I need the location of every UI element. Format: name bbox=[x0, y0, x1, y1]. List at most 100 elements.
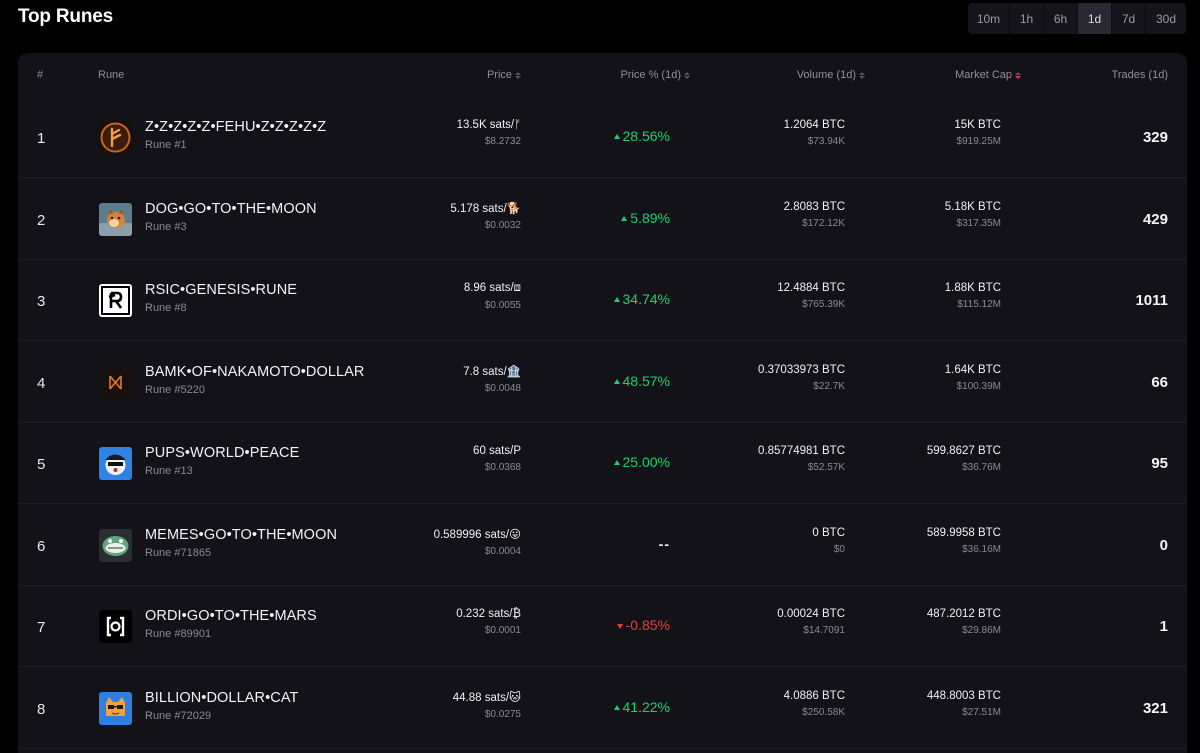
price-usd: $0.0032 bbox=[484, 219, 521, 231]
price-sats: 0.589996 sats/😛 bbox=[433, 528, 521, 541]
column-price[interactable]: Price bbox=[487, 69, 521, 81]
period-1d[interactable]: 1d bbox=[1078, 3, 1112, 34]
column-market-cap-label: Market Cap bbox=[955, 69, 1012, 81]
rune-info[interactable]: BAMK•OF•NAKAMOTO•DOLLAR Rune #5220 bbox=[145, 364, 365, 396]
period-1h[interactable]: 1h bbox=[1010, 3, 1044, 34]
price-usd: $0.0368 bbox=[484, 462, 521, 473]
period-7d[interactable]: 7d bbox=[1112, 3, 1146, 34]
price-change: 25.00% bbox=[613, 454, 670, 470]
column-rune: Rune bbox=[98, 69, 125, 81]
price-change: -0.85% bbox=[616, 617, 670, 633]
price-change: 28.56% bbox=[613, 128, 670, 144]
column-volume[interactable]: Volume (1d) bbox=[797, 69, 865, 81]
volume-btc: 0.37033973 BTC bbox=[758, 363, 845, 376]
market-cap-usd: $29.86M bbox=[962, 625, 1001, 636]
memes-icon bbox=[99, 528, 132, 562]
volume-usd: $765.39K bbox=[802, 299, 845, 310]
price-usd: $0.0055 bbox=[484, 300, 521, 311]
market-cap-usd: $100.39M bbox=[956, 380, 1001, 392]
column-price-pct-label: Price % (1d) bbox=[620, 69, 681, 81]
market-cap-cell: 487.2012 BTC $29.86M bbox=[927, 608, 1001, 636]
column-price-pct[interactable]: Price % (1d) bbox=[620, 69, 690, 81]
rune-info[interactable]: DOG•GO•TO•THE•MOON Rune #3 bbox=[145, 201, 317, 233]
table-row[interactable]: 5 PUPS•WORLD•PEACE Rune #13 60 sats/P $0.036… bbox=[18, 423, 1187, 504]
volume-usd: $0 bbox=[833, 543, 845, 555]
price-change-value: -- bbox=[658, 535, 670, 552]
rsic-icon bbox=[99, 284, 132, 317]
volume-cell: 4.0886 BTC $250.58K bbox=[784, 690, 845, 718]
price-sats: 7.8 sats/🏦 bbox=[463, 365, 521, 378]
rune-name[interactable]: Z•Z•Z•Z•Z•FEHU•Z•Z•Z•Z•Z bbox=[145, 119, 326, 135]
price-cell: 44.88 sats/🐱 $0.0275 bbox=[453, 690, 521, 720]
rune-info[interactable]: ORDI•GO•TO•THE•MARS Rune #89901 bbox=[145, 608, 317, 640]
rune-name[interactable]: BILLION•DOLLAR•CAT bbox=[145, 690, 299, 706]
volume-usd: $14.7091 bbox=[803, 625, 845, 636]
price-change-value: 5.89% bbox=[630, 209, 670, 226]
rune-info[interactable]: MEMES•GO•TO•THE•MOON Rune #71865 bbox=[145, 527, 337, 559]
rune-name[interactable]: ORDI•GO•TO•THE•MARS bbox=[145, 608, 317, 624]
triangle-up-icon bbox=[613, 134, 620, 139]
table-row[interactable]: 3 RSIC•GENESIS•RUNE Rune #8 8.96 sats/⧈ $0.0… bbox=[18, 260, 1187, 341]
price-change: 41.22% bbox=[613, 699, 670, 715]
price-sats: 5.178 sats/🐕 bbox=[450, 202, 521, 215]
rune-name[interactable]: PUPS•WORLD•PEACE bbox=[145, 445, 299, 461]
table-row[interactable]: 4 BAMK•OF•NAKAMOTO•DOLLAR Rune #5220 7.8 sa… bbox=[18, 342, 1187, 423]
period-30d[interactable]: 30d bbox=[1146, 3, 1186, 34]
period-6h[interactable]: 6h bbox=[1044, 3, 1078, 34]
price-change-value: -0.85% bbox=[625, 617, 670, 633]
sort-desc-icon bbox=[1015, 72, 1021, 79]
rune-info[interactable]: BILLION•DOLLAR•CAT Rune #72029 bbox=[145, 690, 299, 722]
market-cap-btc: 1.64K BTC bbox=[944, 363, 1001, 376]
trades-count: 1 bbox=[1159, 618, 1168, 635]
market-cap-btc: 5.18K BTC bbox=[944, 200, 1001, 213]
rune-number: Rune #13 bbox=[145, 465, 193, 477]
market-cap-btc: 487.2012 BTC bbox=[926, 608, 1001, 620]
rune-name[interactable]: BAMK•OF•NAKAMOTO•DOLLAR bbox=[145, 364, 365, 380]
market-cap-cell: 1.88K BTC $115.12M bbox=[945, 282, 1001, 310]
market-cap-btc: 589.9958 BTC bbox=[926, 526, 1001, 539]
market-cap-btc: 1.88K BTC bbox=[944, 282, 1001, 294]
price-sats: 13.5K sats/ᚠ bbox=[456, 119, 521, 131]
market-cap-usd: $36.76M bbox=[962, 462, 1001, 473]
volume-usd: $52.57K bbox=[807, 462, 845, 473]
price-change-value: 25.00% bbox=[622, 454, 670, 470]
table-row[interactable]: 2 DOG•GO•TO•THE•MOON Rune #3 5.178 sats/🐕 $0… bbox=[18, 179, 1187, 260]
period-selector: 10m 1h 6h 1d 7d 30d bbox=[968, 3, 1186, 34]
rune-name[interactable]: RSIC•GENESIS•RUNE bbox=[145, 282, 297, 298]
volume-btc: 4.0886 BTC bbox=[783, 689, 845, 702]
price-cell: 8.96 sats/⧈ $0.0055 bbox=[464, 282, 521, 311]
market-cap-cell: 5.18K BTC $317.35M bbox=[945, 201, 1001, 229]
market-cap-btc: 15K BTC bbox=[954, 119, 1001, 131]
volume-cell: 12.4884 BTC $765.39K bbox=[777, 282, 845, 310]
price-change: 34.74% bbox=[613, 291, 670, 307]
volume-cell: 0.85774981 BTC $52.57K bbox=[758, 445, 845, 473]
market-cap-cell: 448.8003 BTC $27.51M bbox=[927, 690, 1001, 718]
runes-table: # Rune Price Price % (1d) Volume (1d) Ma… bbox=[18, 53, 1187, 753]
rune-number: Rune #72029 bbox=[145, 709, 212, 722]
cat-icon bbox=[99, 691, 132, 725]
volume-btc: 0.85774981 BTC bbox=[758, 445, 845, 457]
table-row[interactable]: 8 BILLION•DOLLAR•CAT Rune #72029 44.88 sats… bbox=[18, 668, 1187, 749]
rune-info[interactable]: RSIC•GENESIS•RUNE Rune #8 bbox=[145, 282, 297, 314]
price-cell: 5.178 sats/🐕 $0.0032 bbox=[450, 201, 521, 231]
rune-name[interactable]: DOG•GO•TO•THE•MOON bbox=[145, 201, 317, 217]
volume-usd: $172.12K bbox=[802, 217, 845, 229]
rune-info[interactable]: PUPS•WORLD•PEACE Rune #13 bbox=[145, 445, 299, 477]
column-market-cap[interactable]: Market Cap bbox=[955, 69, 1021, 81]
price-cell: 60 sats/P $0.0368 bbox=[473, 445, 521, 473]
market-cap-usd: $919.25M bbox=[956, 136, 1001, 147]
table-row[interactable]: 1 Z•Z•Z•Z•Z•FEHU•Z•Z•Z•Z•Z Rune #1 13.5K sa… bbox=[18, 97, 1187, 178]
price-sats: 8.96 sats/⧈ bbox=[463, 282, 521, 294]
column-rank: # bbox=[37, 69, 44, 81]
top-bar: Top Runes 10m 1h 6h 1d 7d 30d bbox=[0, 0, 1200, 48]
fehu-rune-icon bbox=[99, 121, 132, 154]
price-change: 5.89% bbox=[621, 210, 670, 226]
triangle-up-icon bbox=[613, 378, 620, 384]
rune-info[interactable]: Z•Z•Z•Z•Z•FEHU•Z•Z•Z•Z•Z Rune #1 bbox=[145, 119, 326, 151]
table-row[interactable]: 7 ORDI•GO•TO•THE•MARS Rune #89901 0.232 sat… bbox=[18, 586, 1187, 667]
period-10m[interactable]: 10m bbox=[968, 3, 1010, 34]
price-sats: 60 sats/P bbox=[473, 445, 521, 457]
rune-name[interactable]: MEMES•GO•TO•THE•MOON bbox=[145, 527, 337, 543]
volume-btc: 0 BTC bbox=[812, 526, 845, 539]
table-row[interactable]: 6 MEMES•GO•TO•THE•MOON Rune #71865 0.589996… bbox=[18, 505, 1187, 586]
